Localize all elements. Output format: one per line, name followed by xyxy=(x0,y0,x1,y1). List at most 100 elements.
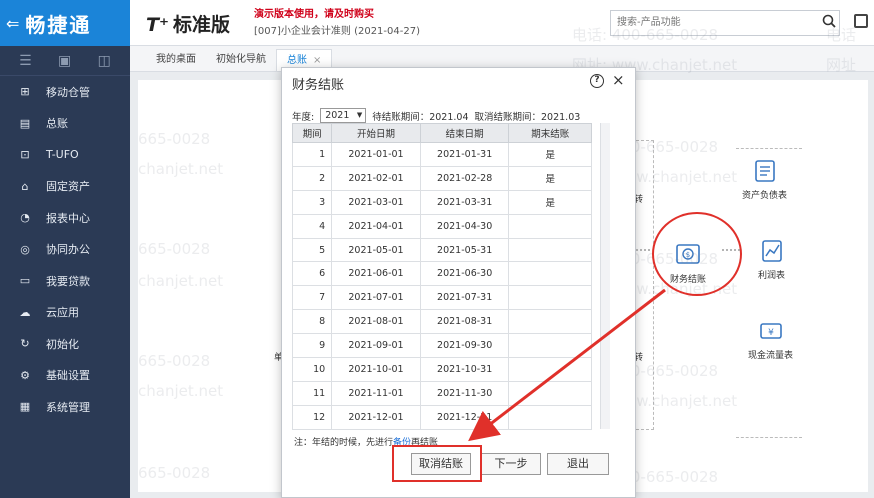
back-arrow-icon[interactable]: ⇐ xyxy=(6,14,19,33)
note-text: 注：年结的时候，先进行 xyxy=(294,438,394,448)
table-cell: 2021-06-30 xyxy=(419,261,510,287)
next-step-button[interactable]: 下一步 xyxy=(481,453,541,475)
flow-node-label: 资产负债表 xyxy=(742,191,788,201)
sidebar-item[interactable]: ◎ 协同办公 xyxy=(0,234,130,266)
table-row[interactable]: 2 2021-02-01 2021-02-28 是 xyxy=(292,165,592,191)
table-row[interactable]: 1 2021-01-01 2021-01-31 是 xyxy=(292,142,592,167)
sidebar-item[interactable]: ⊞ 移动仓管 xyxy=(0,76,130,108)
flow-node-cash-flow[interactable]: ¥ 现金流量表 xyxy=(748,318,793,361)
search-input[interactable]: 搜索-产品功能 xyxy=(610,10,840,36)
sidebar-item-label: 初始化 xyxy=(46,337,79,351)
tab-desktop[interactable]: 我的桌面 xyxy=(146,49,206,71)
sidebar-item-label: 基础设置 xyxy=(46,369,90,383)
table-header-row: 期间 开始日期 结束日期 期末结账 xyxy=(292,123,592,143)
search-icon[interactable] xyxy=(822,14,836,32)
sidebar-item[interactable]: ⚙ 基础设置 xyxy=(0,360,130,392)
column-header: 结束日期 xyxy=(419,123,510,143)
table-cell: 2021-03-01 xyxy=(331,189,421,215)
table-cell xyxy=(508,213,592,239)
table-cell: 是 xyxy=(508,142,592,167)
tab-close-icon[interactable]: × xyxy=(313,55,321,66)
brand-logo: ⇐ 畅捷通 xyxy=(0,0,130,46)
table-cell: 11 xyxy=(292,380,333,406)
table-row[interactable]: 9 2021-09-01 2021-09-30 xyxy=(292,333,592,359)
table-row[interactable]: 11 2021-11-01 2021-11-30 xyxy=(292,380,592,406)
account-info: [007]小企业会计准则 (2021-04-27) xyxy=(254,26,420,37)
sidebar-item[interactable]: ◔ 报表中心 xyxy=(0,202,130,234)
table-cell: 2021-10-01 xyxy=(331,357,421,382)
settings-icon: ⚙ xyxy=(20,368,30,382)
flow-node-balance-sheet[interactable]: 资产负债表 xyxy=(742,158,787,201)
table-cell xyxy=(508,285,592,311)
sidebar-item[interactable]: ↻ 初始化 xyxy=(0,328,130,360)
tab-label: 总账 xyxy=(287,55,307,66)
dialog-title: 财务结账 xyxy=(292,78,345,93)
exit-button[interactable]: 退出 xyxy=(547,453,609,475)
brand-name: 畅捷通 xyxy=(25,12,92,37)
table-row[interactable]: 7 2021-07-01 2021-07-31 xyxy=(292,285,592,311)
sidebar: ⇐ 畅捷通 ☰ ▣ ◫ ⊞ 移动仓管 ▤ 总账 ⊡ T-UFO ⌂ 固定资产 ◔ 报表中心 ◎ 协同办… xyxy=(0,0,130,498)
close-icon[interactable]: × xyxy=(612,71,625,89)
ledger-icon: ▤ xyxy=(19,116,31,130)
warehouse-icon: ⊞ xyxy=(20,85,30,99)
sidebar-item-label: 协同办公 xyxy=(46,243,90,257)
table-cell: 1 xyxy=(292,142,333,167)
tab-label: 我的桌面 xyxy=(156,54,196,65)
table-row[interactable]: 12 2021-12-01 2021-12-31 xyxy=(292,404,592,430)
sidebar-item[interactable]: ▭ 我要贷款 xyxy=(0,265,130,297)
sidebar-item-label: 移动仓管 xyxy=(46,85,90,99)
svg-text:¥: ¥ xyxy=(768,328,774,338)
close-books-dialog: 财务结账 ? × 年度: 2021 待结账期间：2021.04 取消结账期间：2… xyxy=(281,67,636,498)
flow-node-label: 利润表 xyxy=(758,271,786,281)
table-cell: 9 xyxy=(292,333,333,359)
table-row[interactable]: 10 2021-10-01 2021-10-31 xyxy=(292,357,592,382)
tab-init-guide[interactable]: 初始化导航 xyxy=(206,49,276,71)
table-cell: 8 xyxy=(292,309,333,335)
menu-icon[interactable]: ☰ xyxy=(19,53,32,69)
sidebar-item-label: 云应用 xyxy=(46,306,79,320)
sidebar-toolbar: ☰ ▣ ◫ xyxy=(0,46,130,76)
header: T⁺ 标准版 演示版本使用，请及时购买 [007]小企业会计准则 (2021-04… xyxy=(130,0,874,46)
sidebar-item[interactable]: ⌂ 固定资产 xyxy=(0,171,130,203)
table-row[interactable]: 4 2021-04-01 2021-04-30 xyxy=(292,213,592,239)
table-cell: 2021-08-01 xyxy=(331,309,421,335)
window-icon[interactable]: ◫ xyxy=(98,53,111,69)
table-cell: 2021-01-31 xyxy=(419,142,510,167)
loan-icon: ▭ xyxy=(19,274,31,288)
table-row[interactable]: 8 2021-08-01 2021-08-31 xyxy=(292,309,592,335)
collaboration-icon: ◎ xyxy=(20,242,30,256)
sidebar-item[interactable]: ⊡ T-UFO xyxy=(0,139,130,171)
table-cell: 2021-07-01 xyxy=(331,285,421,311)
window-toggle-icon[interactable] xyxy=(854,14,868,28)
table-cell xyxy=(508,237,592,263)
period-table: 期间 开始日期 结束日期 期末结账 1 2021-01-01 2021-01-31 是… xyxy=(292,123,592,430)
system-icon: ▦ xyxy=(19,400,31,414)
table-cell: 10 xyxy=(292,357,333,382)
sidebar-item-label: 固定资产 xyxy=(46,180,90,194)
table-cell xyxy=(508,357,592,382)
table-cell: 2 xyxy=(292,165,333,191)
help-icon[interactable]: ? xyxy=(590,74,604,88)
sidebar-item-label: T-UFO xyxy=(46,148,79,162)
sidebar-nav: ⊞ 移动仓管 ▤ 总账 ⊡ T-UFO ⌂ 固定资产 ◔ 报表中心 ◎ 协同办公 ▭ 我要贷款 ☁ 云应用 ↻ 初… xyxy=(0,76,130,423)
table-cell: 2021-02-01 xyxy=(331,165,421,191)
table-row[interactable]: 5 2021-05-01 2021-05-31 xyxy=(292,237,592,263)
table-cell xyxy=(508,333,592,359)
cash-flow-icon: ¥ xyxy=(759,323,782,339)
table-cell: 是 xyxy=(508,165,592,191)
sidebar-item-label: 系统管理 xyxy=(46,400,90,414)
sidebar-item[interactable]: ▤ 总账 xyxy=(0,108,130,140)
sidebar-item[interactable]: ▦ 系统管理 xyxy=(0,391,130,423)
table-cell: 2021-04-01 xyxy=(331,213,421,239)
table-scrollbar[interactable] xyxy=(600,123,610,429)
table-row[interactable]: 3 2021-03-01 2021-03-31 是 xyxy=(292,189,592,215)
grid-icon[interactable]: ▣ xyxy=(58,53,71,69)
annotation-circle xyxy=(652,212,742,296)
table-cell: 2021-08-31 xyxy=(419,309,510,335)
table-cell xyxy=(508,261,592,287)
year-select[interactable]: 2021 xyxy=(320,108,367,123)
flow-node-profit-statement[interactable]: 利润表 xyxy=(758,238,785,281)
table-row[interactable]: 6 2021-06-01 2021-06-30 xyxy=(292,261,592,287)
table-cell: 2021-04-30 xyxy=(419,213,510,239)
sidebar-item[interactable]: ☁ 云应用 xyxy=(0,297,130,329)
